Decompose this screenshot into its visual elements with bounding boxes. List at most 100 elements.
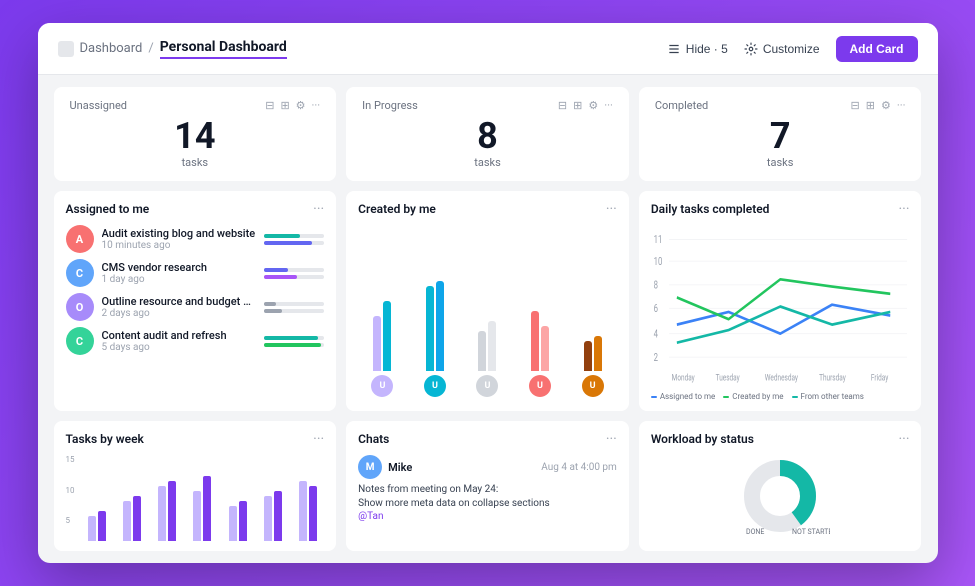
legend-other: From other teams (792, 392, 864, 401)
workload-header: Workload by status ··· (651, 431, 910, 447)
task-bar-2 (264, 241, 324, 245)
expand-icon-0[interactable]: ⊞ (280, 99, 289, 112)
legend-created-label: Created by me (732, 392, 783, 401)
created-col: U (358, 291, 407, 397)
line-chart-svg: 11 10 8 6 4 2 (651, 225, 910, 388)
avatar: A (66, 225, 94, 253)
week-bar-group (221, 501, 253, 541)
more-icon-2[interactable]: ··· (897, 99, 906, 112)
svg-text:Friday: Friday (871, 373, 889, 383)
created-bar-2 (488, 321, 496, 371)
week-bar-1 (299, 481, 307, 541)
hide-button[interactable]: Hide · 5 (667, 42, 728, 56)
workload-menu[interactable]: ··· (899, 431, 910, 447)
task-bar-2 (264, 275, 324, 279)
avatar: C (66, 327, 94, 355)
middle-row: Assigned to me ··· AAudit existing blog … (54, 191, 922, 411)
stats-row: Unassigned ⊟ ⊞ ⚙ ··· 14 tasks In Progres… (54, 87, 922, 181)
task-list: AAudit existing blog and website10 minut… (66, 225, 325, 401)
created-avatar: U (424, 375, 446, 397)
donut-chart: DONE NOT STARTED (730, 458, 830, 538)
chat-mention[interactable]: @Tan (358, 511, 617, 522)
chats-widget: Chats ··· M Mike Aug 4 at 4:00 pm Notes … (346, 421, 629, 551)
avatar: C (66, 259, 94, 287)
week-chart-container: 15 10 5 (66, 455, 325, 541)
customize-button[interactable]: Customize (744, 42, 820, 56)
content: Unassigned ⊟ ⊞ ⚙ ··· 14 tasks In Progres… (38, 75, 938, 563)
breadcrumb-parent: Dashboard (80, 41, 143, 56)
week-bar-1 (193, 491, 201, 541)
chat-user-row: M Mike Aug 4 at 4:00 pm (358, 455, 617, 479)
task-item[interactable]: OOutline resource and budget needs2 days… (66, 293, 325, 321)
week-bar-1 (158, 486, 166, 541)
top-actions: Hide · 5 Customize Add Card (667, 36, 918, 62)
svg-text:11: 11 (653, 234, 662, 247)
svg-text:6: 6 (653, 303, 657, 316)
week-bar-group (257, 491, 289, 541)
created-avatar: U (582, 375, 604, 397)
week-bar-1 (88, 516, 96, 541)
customize-label: Customize (763, 42, 820, 56)
task-bar-1 (264, 302, 324, 306)
created-bar-2 (594, 336, 602, 371)
chats-menu[interactable]: ··· (606, 431, 617, 447)
week-bar-group (81, 511, 113, 541)
week-bars (299, 481, 317, 541)
week-bar-group (116, 496, 148, 541)
gear-icon-2[interactable]: ⚙ (881, 99, 891, 112)
add-card-button[interactable]: Add Card (836, 36, 918, 62)
gear-icon-0[interactable]: ⚙ (296, 99, 306, 112)
chat-name: Mike (388, 461, 412, 474)
stat-completed: Completed ⊟ ⊞ ⚙ ··· 7 tasks (639, 87, 922, 181)
week-bars (158, 481, 176, 541)
stat-icons-1: ⊟ ⊞ ⚙ ··· (558, 99, 613, 112)
week-bar-group (186, 476, 218, 541)
svg-text:Wednesday: Wednesday (765, 373, 798, 383)
more-icon-0[interactable]: ··· (312, 99, 321, 112)
assigned-menu[interactable]: ··· (313, 201, 324, 217)
filter-icon-1[interactable]: ⊟ (558, 99, 567, 112)
gear-icon-1[interactable]: ⚙ (588, 99, 598, 112)
task-item[interactable]: CCMS vendor research1 day ago (66, 259, 325, 287)
legend-assigned-label: Assigned to me (660, 392, 715, 401)
task-name: Outline resource and budget needs (102, 295, 257, 308)
legend-created: Created by me (723, 392, 783, 401)
svg-text:8: 8 (653, 279, 657, 292)
svg-text:Thursday: Thursday (819, 373, 846, 383)
expand-icon-2[interactable]: ⊞ (866, 99, 875, 112)
expand-icon-1[interactable]: ⊞ (573, 99, 582, 112)
week-header: Tasks by week ··· (66, 431, 325, 447)
more-icon-1[interactable]: ··· (604, 99, 613, 112)
week-menu[interactable]: ··· (313, 431, 324, 447)
daily-title: Daily tasks completed (651, 202, 770, 216)
assigned-header: Assigned to me ··· (66, 201, 325, 217)
task-item[interactable]: AAudit existing blog and website10 minut… (66, 225, 325, 253)
chat-line1: Notes from meeting on May 24: (358, 483, 617, 497)
breadcrumb-current: Personal Dashboard (160, 39, 287, 59)
stat-number-2: 7 (655, 118, 906, 154)
created-col: U (411, 291, 460, 397)
avatar: O (66, 293, 94, 321)
week-bar-group (151, 481, 183, 541)
filter-icon-0[interactable]: ⊟ (265, 99, 274, 112)
created-avatar: U (476, 375, 498, 397)
task-bar-container (264, 336, 324, 347)
created-avatar: U (529, 375, 551, 397)
daily-menu[interactable]: ··· (899, 201, 910, 217)
task-time: 10 minutes ago (102, 240, 257, 251)
dashboard-icon (58, 41, 74, 57)
created-bar-1 (373, 316, 381, 371)
chat-user: M Mike (358, 455, 412, 479)
created-menu[interactable]: ··· (606, 201, 617, 217)
task-bar-1 (264, 268, 324, 272)
task-time: 5 days ago (102, 342, 257, 353)
filter-icon-2[interactable]: ⊟ (851, 99, 860, 112)
chart-legend: Assigned to me Created by me From other … (651, 392, 910, 401)
svg-text:2: 2 (653, 352, 657, 365)
svg-text:DONE: DONE (746, 528, 764, 536)
chat-avatar: M (358, 455, 382, 479)
task-item[interactable]: CContent audit and refresh5 days ago (66, 327, 325, 355)
donut-area: DONE NOT STARTED (651, 455, 910, 541)
created-bar-wrap (373, 291, 391, 371)
created-title: Created by me (358, 202, 436, 216)
